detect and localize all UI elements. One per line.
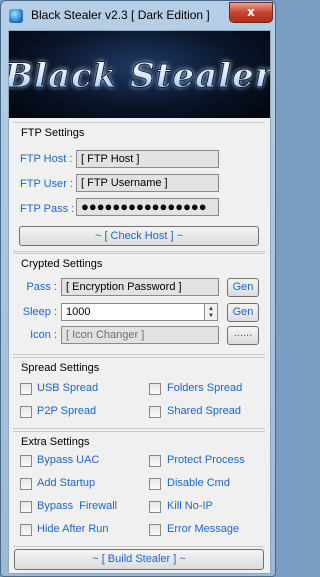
client-area: Black Stealer FTP Settings FTP Host : [ … xyxy=(8,30,271,574)
hide-after-run-label[interactable]: Hide After Run xyxy=(37,523,109,535)
hide-after-run-checkbox[interactable] xyxy=(20,524,32,536)
window-title: Black Stealer v2.3 [ Dark Edition ] xyxy=(31,8,210,22)
pass-gen-button[interactable]: Gen xyxy=(227,278,259,297)
ftp-section-title: FTP Settings xyxy=(21,127,85,139)
add-startup-checkbox[interactable] xyxy=(20,478,32,490)
ftp-user-label: FTP User : xyxy=(20,178,73,190)
sleep-label: Sleep : xyxy=(22,306,57,318)
sleep-input[interactable]: 1000 xyxy=(61,303,205,321)
sleep-gen-button[interactable]: Gen xyxy=(227,303,259,322)
kill-noip-label[interactable]: Kill No-IP xyxy=(167,500,213,512)
banner-logo-text: Black Stealer xyxy=(9,56,270,96)
ftp-pass-input[interactable]: ●●●●●●●●●●●●●●●● xyxy=(76,198,219,216)
icon-label: Icon : xyxy=(30,329,57,341)
folders-spread-checkbox[interactable] xyxy=(149,383,161,395)
close-icon: x xyxy=(247,5,255,19)
spread-section-title: Spread Settings xyxy=(21,362,100,374)
up-arrow-icon[interactable]: ▲ xyxy=(208,306,214,312)
error-message-label[interactable]: Error Message xyxy=(167,523,239,535)
banner: Black Stealer xyxy=(9,31,270,118)
kill-noip-checkbox[interactable] xyxy=(149,501,161,513)
disable-cmd-checkbox[interactable] xyxy=(149,478,161,490)
ftp-host-label: FTP Host : xyxy=(20,153,73,165)
ftp-host-input[interactable]: [ FTP Host ] xyxy=(76,150,219,168)
disable-cmd-label[interactable]: Disable Cmd xyxy=(167,477,230,489)
title-bar[interactable]: Black Stealer v2.3 [ Dark Edition ] x xyxy=(1,1,275,31)
shared-spread-label[interactable]: Shared Spread xyxy=(167,405,241,417)
bypass-uac-checkbox[interactable] xyxy=(20,455,32,467)
down-arrow-icon[interactable]: ▼ xyxy=(208,313,214,319)
ftp-user-input[interactable]: [ FTP Username ] xyxy=(76,174,219,192)
p2p-spread-label[interactable]: P2P Spread xyxy=(37,405,96,417)
build-stealer-button[interactable]: ~ [ Build Stealer ] ~ xyxy=(14,549,264,570)
folders-spread-label[interactable]: Folders Spread xyxy=(167,382,242,394)
icon-browse-button[interactable]: ...... xyxy=(227,326,259,345)
bypass-firewall-checkbox[interactable] xyxy=(20,501,32,513)
encryption-password-input[interactable]: [ Encryption Password ] xyxy=(61,278,219,296)
bypass-uac-label[interactable]: Bypass UAC xyxy=(37,454,99,466)
shared-spread-checkbox[interactable] xyxy=(149,406,161,418)
crypted-settings-panel: Crypted Settings Pass : [ Encryption Pas… xyxy=(13,253,265,355)
check-host-button[interactable]: ~ [ Check Host ] ~ xyxy=(19,226,259,246)
crypted-section-title: Crypted Settings xyxy=(21,258,103,270)
app-icon xyxy=(9,9,23,23)
sleep-stepper[interactable]: ▲ ▼ xyxy=(204,303,218,321)
extra-settings-panel: Extra Settings Bypass UAC Protect Proces… xyxy=(13,431,265,547)
ftp-pass-label: FTP Pass : xyxy=(20,203,75,215)
protect-process-checkbox[interactable] xyxy=(149,455,161,467)
usb-spread-checkbox[interactable] xyxy=(20,383,32,395)
ftp-settings-panel: FTP Settings FTP Host : [ FTP Host ] FTP… xyxy=(13,122,265,252)
extra-section-title: Extra Settings xyxy=(21,436,90,448)
bypass-firewall-label[interactable]: Bypass Firewall xyxy=(37,500,117,512)
usb-spread-label[interactable]: USB Spread xyxy=(37,382,98,394)
app-window: Black Stealer v2.3 [ Dark Edition ] x Bl… xyxy=(0,0,276,577)
error-message-checkbox[interactable] xyxy=(149,524,161,536)
p2p-spread-checkbox[interactable] xyxy=(20,406,32,418)
spread-settings-panel: Spread Settings USB Spread Folders Sprea… xyxy=(13,357,265,429)
icon-changer-input[interactable]: [ Icon Changer ] xyxy=(61,326,219,344)
protect-process-label[interactable]: Protect Process xyxy=(167,454,245,466)
crypt-pass-label: Pass : xyxy=(26,281,57,293)
close-button[interactable]: x xyxy=(229,2,273,23)
add-startup-label[interactable]: Add Startup xyxy=(37,477,95,489)
banner-logo: Black Stealer xyxy=(9,56,270,97)
